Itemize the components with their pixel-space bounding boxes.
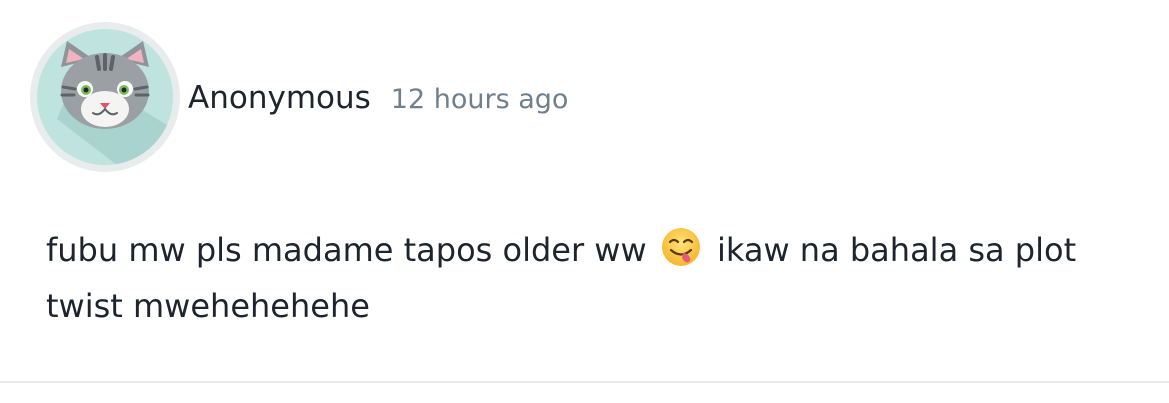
author-name[interactable]: Anonymous — [188, 80, 371, 116]
comment-divider — [0, 381, 1169, 383]
avatar[interactable] — [30, 22, 180, 172]
face-savoring-food-emoji-icon — [661, 227, 701, 267]
timestamp: 12 hours ago — [390, 84, 569, 115]
comment-text-part1: fubu mw pls madame tapos older ww — [46, 231, 647, 269]
comment-card: Anonymous 12 hours ago fubu mw pls madam… — [0, 0, 1169, 383]
comment-body: fubu mw pls madame tapos older ww ikaw n… — [46, 222, 1126, 334]
cat-avatar-icon — [37, 29, 173, 165]
comment-header: Anonymous 12 hours ago — [30, 22, 568, 172]
comment-meta: Anonymous 12 hours ago — [188, 80, 568, 116]
